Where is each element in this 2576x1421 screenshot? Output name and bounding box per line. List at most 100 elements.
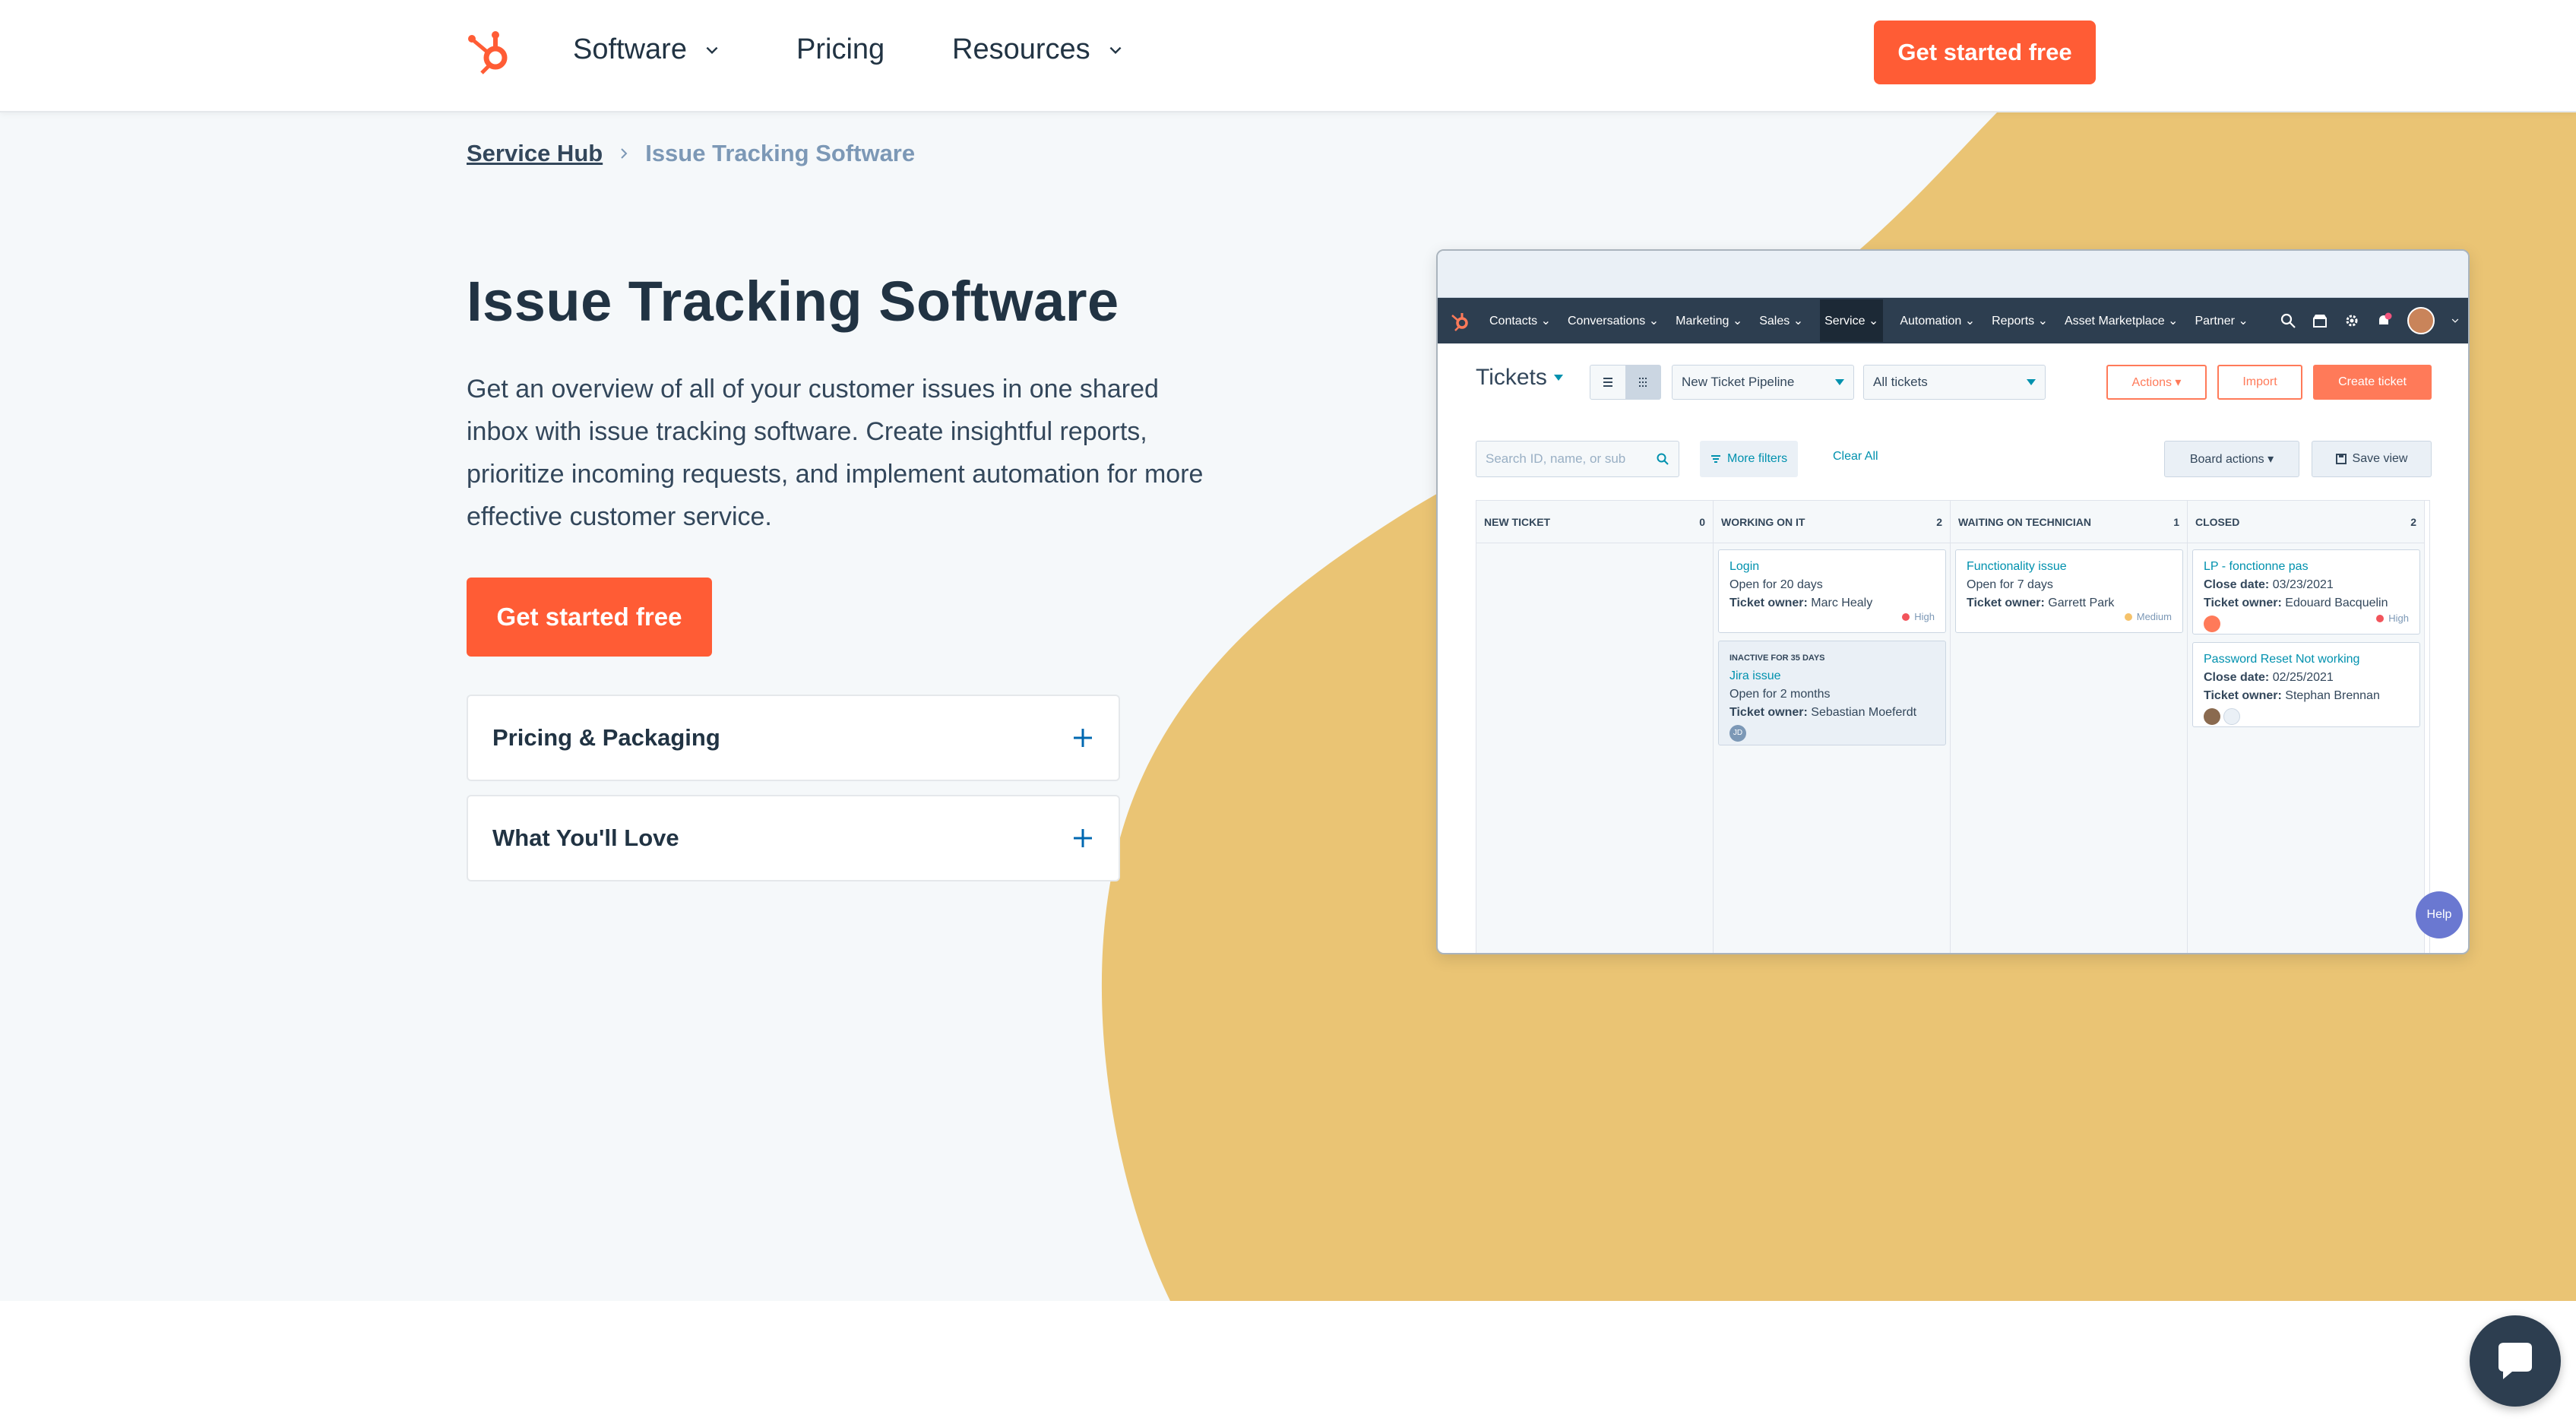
- tickets-header: Tickets: [1476, 365, 1564, 391]
- ticket-owner: Stephan Brennan: [2285, 689, 2380, 702]
- save-view-button: Save view: [2312, 441, 2432, 477]
- ticket-view-value: All tickets: [1873, 375, 1928, 389]
- gear-icon: [2346, 315, 2358, 327]
- accordion-pricing-packaging[interactable]: Pricing & Packaging: [467, 695, 1120, 781]
- close-date: 03/23/2021: [2272, 578, 2334, 591]
- app-nav-conversations: Conversations ⌄: [1568, 315, 1660, 328]
- filter-icon: [1711, 455, 1720, 463]
- more-filters-label: More filters: [1727, 452, 1788, 465]
- chevron-down-icon: [706, 46, 718, 54]
- chevron-down-icon: [1109, 46, 1122, 54]
- page-title: Issue Tracking Software: [467, 270, 1119, 333]
- priority-label: High: [2388, 612, 2409, 624]
- board-column-new-ticket: NEW TICKET 0: [1476, 501, 1714, 953]
- board-column-working-on-it: WORKING ON IT 2 Login Open for 20 days T…: [1714, 501, 1951, 953]
- ticket-date-row: Close date: 03/23/2021: [2204, 576, 2409, 594]
- app-navigation: Contacts ⌄ Conversations ⌄ Marketing ⌄ S…: [1438, 298, 2468, 343]
- plus-icon: [1074, 829, 1092, 847]
- nav-resources-label: Resources: [952, 33, 1090, 65]
- ticket-owner-label: Ticket owner:: [1967, 597, 2045, 609]
- hero-section: Service Hub Issue Tracking Software Issu…: [0, 112, 2576, 1301]
- clear-all-link: Clear All: [1833, 450, 1878, 463]
- ticket-title: Functionality issue: [1967, 560, 2067, 573]
- app-nav-automation: Automation ⌄: [1900, 315, 1976, 328]
- priority-badge: High: [2376, 609, 2409, 628]
- board-actions-button: Board actions ▾: [2164, 441, 2299, 477]
- nav-resources[interactable]: Resources: [952, 33, 1124, 66]
- breadcrumb-service-hub-link[interactable]: Service Hub: [467, 140, 603, 167]
- import-button: Import: [2217, 365, 2302, 400]
- top-navigation: Software Pricing Resources Get started f…: [0, 0, 2576, 112]
- ticket-date-row: Close date: 02/25/2021: [2204, 669, 2409, 687]
- ticket-title: Login: [1729, 560, 1760, 573]
- column-name: CLOSED: [2195, 515, 2240, 528]
- column-count: 0: [1699, 515, 1705, 528]
- accordion-label: What You'll Love: [492, 824, 679, 851]
- priority-badge: Medium: [2124, 608, 2172, 626]
- ticket-card-functionality: Functionality issue Open for 7 days Tick…: [1955, 549, 2183, 633]
- help-chip: Help: [2416, 891, 2463, 938]
- breadcrumb-current: Issue Tracking Software: [645, 140, 916, 166]
- ticket-age: Open for 2 months: [1729, 688, 1831, 701]
- inactive-tag: INACTIVE FOR 35 DAYS: [1729, 654, 1825, 663]
- list-view-icon: [1590, 366, 1625, 399]
- column-header: CLOSED 2: [2188, 501, 2424, 543]
- pipeline-select: New Ticket Pipeline: [1672, 365, 1854, 400]
- caret-down-icon: [1553, 375, 1563, 381]
- ticket-owner-label: Ticket owner:: [1729, 597, 1808, 609]
- ticket-title: Jira issue: [1729, 669, 1781, 682]
- priority-label: High: [1914, 611, 1935, 622]
- app-nav-icons: [2280, 298, 2460, 343]
- board-view-icon: [1625, 366, 1660, 399]
- chat-launcher-button[interactable]: [2470, 1315, 2561, 1407]
- hero-get-started-button[interactable]: Get started free: [467, 578, 712, 657]
- search-placeholder: Search ID, name, or sub: [1486, 451, 1626, 466]
- save-view-label: Save view: [2352, 452, 2408, 465]
- ticket-owner-row: Ticket owner: Stephan Brennan: [2204, 687, 2409, 705]
- ticket-card-password-reset: Password Reset Not working Close date: 0…: [2192, 642, 2420, 727]
- accordion-what-youll-love[interactable]: What You'll Love: [467, 795, 1120, 881]
- create-ticket-button: Create ticket: [2313, 365, 2432, 400]
- avatar: [2407, 307, 2435, 334]
- priority-label: Medium: [2136, 611, 2172, 622]
- accordion-label: Pricing & Packaging: [492, 724, 720, 751]
- app-nav-sales: Sales ⌄: [1759, 315, 1804, 328]
- hubspot-logo-icon[interactable]: [465, 27, 514, 76]
- ticket-owner: Edouard Bacquelin: [2285, 597, 2388, 609]
- chevron-down-icon: [2451, 318, 2459, 323]
- more-filters-button: More filters: [1700, 441, 1799, 477]
- app-nav-contacts: Contacts ⌄: [1489, 315, 1551, 328]
- nav-software-label: Software: [573, 33, 687, 65]
- avatar-placeholder: [2223, 708, 2241, 725]
- column-name: WORKING ON IT: [1721, 515, 1805, 528]
- column-count: 2: [2410, 515, 2416, 528]
- breadcrumb: Service Hub Issue Tracking Software: [467, 140, 915, 167]
- view-toggle: [1590, 365, 1661, 400]
- column-count: 1: [2173, 515, 2179, 528]
- save-icon: [2335, 454, 2347, 464]
- nav-get-started-button[interactable]: Get started free: [1874, 21, 2096, 84]
- nav-pricing[interactable]: Pricing: [796, 33, 885, 66]
- bell-icon: [2379, 312, 2392, 324]
- ticket-age: Open for 7 days: [1967, 578, 2053, 591]
- priority-badge: High: [1902, 608, 1935, 626]
- ticket-age: Open for 20 days: [1729, 578, 1823, 591]
- ticket-card-lp: LP - fonctionne pas Close date: 03/23/20…: [2192, 549, 2420, 635]
- pipeline-value: New Ticket Pipeline: [1682, 375, 1795, 389]
- app-nav-marketing: Marketing ⌄: [1676, 315, 1743, 328]
- priority-dot: [2376, 615, 2385, 622]
- ticket-card-jira: INACTIVE FOR 35 DAYS Jira issue Open for…: [1718, 641, 1946, 745]
- marketplace-icon: [2313, 315, 2327, 328]
- app-nav-reports: Reports ⌄: [1992, 315, 2048, 328]
- ticket-owner-label: Ticket owner:: [1729, 706, 1808, 719]
- ticket-owner-label: Ticket owner:: [2204, 689, 2282, 702]
- column-count: 2: [1936, 515, 1942, 528]
- hubspot-sprocket-icon: [1451, 313, 1468, 331]
- hero-description: Get an overview of all of your customer …: [467, 375, 1204, 531]
- chat-bubble-icon: [2498, 1343, 2532, 1379]
- board-column-waiting-on-technician: WAITING ON TECHNICIAN 1 Functionality is…: [1951, 501, 2188, 953]
- board-column-closed: CLOSED 2 LP - fonctionne pas Close date:…: [2188, 501, 2425, 953]
- nav-software[interactable]: Software: [573, 33, 720, 66]
- app-nav-asset-marketplace: Asset Marketplace ⌄: [2064, 315, 2179, 328]
- column-header: WORKING ON IT 2: [1714, 501, 1950, 543]
